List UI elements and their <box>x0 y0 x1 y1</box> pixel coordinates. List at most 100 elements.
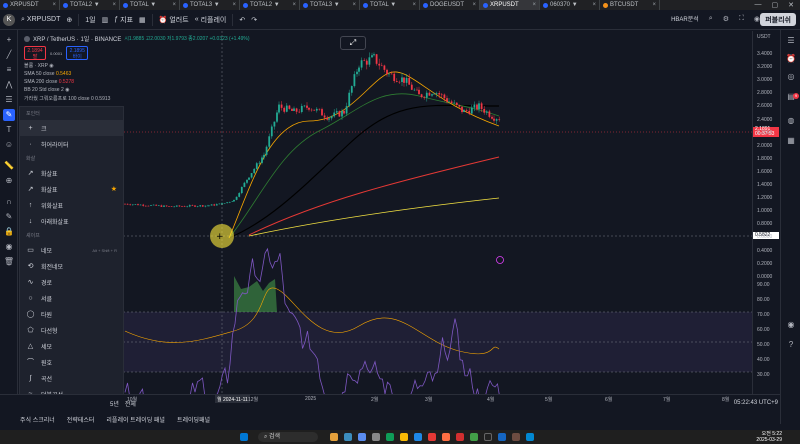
sell-button[interactable]: 2.1894 팔 <box>24 46 46 60</box>
browser-tab[interactable]: BTCUSDT × <box>600 0 660 10</box>
alerts-icon[interactable]: ⏰ <box>786 54 796 64</box>
signal-icon[interactable]: ◉ <box>786 320 796 330</box>
add-symbol-icon[interactable]: ⊕ <box>66 16 72 24</box>
browser-tab[interactable]: XRPUSDT × <box>480 0 540 10</box>
price-axis[interactable]: USDT 2.1891 00:37:53 0.5822 3.4000 3.2000… <box>752 31 780 394</box>
app-icon[interactable] <box>386 433 394 441</box>
fib-icon[interactable]: ≡ <box>3 64 15 76</box>
app-icon[interactable] <box>344 433 352 441</box>
taskbar-search[interactable]: ⌕ 검색 <box>258 432 318 442</box>
indicator-bb[interactable]: BB 20 Std close 2 ◉ <box>24 87 250 93</box>
watchlist-icon[interactable]: ☰ <box>786 36 796 46</box>
calendar-icon[interactable]: ▦ <box>786 136 796 146</box>
eye-icon[interactable]: ◉ <box>65 87 69 93</box>
menu-item-cross[interactable]: + 크 <box>20 120 123 136</box>
trendline-icon[interactable]: ╱ <box>3 49 15 61</box>
symbol-legend[interactable]: XRP / TetherUS · 1일 · BINANCE 시1.9885 고2… <box>24 34 250 43</box>
undo-icon[interactable]: ↶ <box>239 16 245 24</box>
menu-item-path[interactable]: ∿ 경로 <box>20 274 123 290</box>
browser-tab[interactable]: DOGEUSDT × <box>420 0 480 10</box>
browser-tab[interactable]: TOTAL ▼ × <box>360 0 420 10</box>
minimize-icon[interactable]: — <box>755 1 762 9</box>
alert-button[interactable]: ⏰ 얼러트 <box>159 15 189 25</box>
ideas-icon[interactable]: ◍ <box>786 116 796 126</box>
menu-item-circle[interactable]: ○ 서클 <box>20 290 123 306</box>
menu-item-rotated-rectangle[interactable]: ⟲ 회전네모 <box>20 258 123 274</box>
brush-float-button[interactable]: ⤢ <box>340 36 366 50</box>
menu-item-arrow-marker[interactable]: ↗ 화살표 <box>20 165 123 181</box>
close-tab-icon[interactable]: × <box>52 2 56 8</box>
app-icon[interactable] <box>358 433 366 441</box>
magnet-icon[interactable]: ∩ <box>3 196 15 208</box>
browser-tab[interactable]: 060370 ▼ × <box>540 0 600 10</box>
indicators-button[interactable]: ƒ 지표 <box>114 15 133 25</box>
menu-item-rectangle[interactable]: ▭ 네모 Alt + Shift + R <box>20 242 123 258</box>
trash-icon[interactable]: 🗑 <box>3 256 15 268</box>
app-icon[interactable] <box>330 433 338 441</box>
app-icon[interactable] <box>428 433 436 441</box>
favorite-star-icon[interactable]: ★ <box>111 185 117 193</box>
tradingview-icon[interactable] <box>484 433 492 441</box>
close-tab-icon[interactable]: × <box>592 2 596 8</box>
menu-item-polyline[interactable]: ⬠ 다선형 <box>20 322 123 338</box>
close-tab-icon[interactable]: × <box>292 2 296 8</box>
system-clock[interactable]: 오전 5:22 2025-03-29 <box>756 431 782 443</box>
windows-start-icon[interactable] <box>240 433 248 441</box>
close-icon[interactable]: ✕ <box>788 1 794 9</box>
currency-label[interactable]: USDT <box>757 34 771 40</box>
lock-icon[interactable]: 🔒 <box>3 226 15 238</box>
close-tab-icon[interactable]: × <box>232 2 236 8</box>
eye-icon[interactable]: ◉ <box>3 241 15 253</box>
browser-tab[interactable]: TOTAL ▼ × <box>120 0 180 10</box>
zoom-icon[interactable]: ⊕ <box>3 175 15 187</box>
bottom-tab[interactable]: 리플레이 트레이딩 패널 <box>106 415 165 424</box>
maximize-icon[interactable]: ▢ <box>772 1 779 9</box>
symbol-search-button[interactable]: ⌕ XRPUSDT <box>21 16 60 24</box>
replay-button[interactable]: «리플레이 <box>195 15 227 25</box>
text-icon[interactable]: T <box>3 124 15 136</box>
menu-item-arrow[interactable]: ↗ 화살표 ★ <box>20 181 123 197</box>
app-icon[interactable] <box>498 433 506 441</box>
app-icon[interactable] <box>526 433 534 441</box>
menu-item-arrow-up[interactable]: ↑ 위화살표 <box>20 197 123 213</box>
projection-icon[interactable]: ☰ <box>3 94 15 106</box>
smile-icon[interactable]: ☺ <box>3 139 15 151</box>
browser-tab[interactable]: TOTAL3 ▼ × <box>300 0 360 10</box>
chrome-icon[interactable] <box>400 433 408 441</box>
menu-item-arrow-down[interactable]: ↓ 아래화살표 <box>20 213 123 229</box>
ruler-icon[interactable]: 📏 <box>3 160 15 172</box>
menu-item-highlighter[interactable]: · 허어라이터 <box>20 136 123 152</box>
fullscreen-icon[interactable]: ⛶ <box>739 15 744 23</box>
app-icon[interactable] <box>414 433 422 441</box>
utc-clock[interactable]: 05:22:43 UTC+9 <box>734 400 778 406</box>
menu-item-curve[interactable]: ∫ 곡선 <box>20 370 123 386</box>
close-tab-icon[interactable]: × <box>352 2 356 8</box>
app-icon[interactable] <box>442 433 450 441</box>
range-button[interactable]: 전체 <box>125 399 136 408</box>
close-tab-icon[interactable]: × <box>472 2 476 8</box>
menu-item-arc[interactable]: ⌒ 원호 <box>20 354 123 370</box>
close-tab-icon[interactable]: × <box>532 2 536 8</box>
templates-icon[interactable]: ▦ <box>139 16 146 24</box>
indicator-custom[interactable]: 가라웠 그뤄오름프로 100 close 0 0.5913 <box>24 95 250 102</box>
chart-type-icon[interactable]: ▥ <box>102 16 109 24</box>
alert-marker-icon[interactable] <box>496 256 504 264</box>
crosshair-icon[interactable]: + <box>3 34 15 46</box>
lock-draw-icon[interactable]: ✎ <box>3 211 15 223</box>
buy-button[interactable]: 2.1895 바이 <box>66 46 89 60</box>
camera-icon[interactable]: ◉ <box>754 15 760 23</box>
layout-name[interactable]: HBAR분석 <box>671 14 699 23</box>
range-button[interactable]: 5년 <box>110 399 119 408</box>
close-tab-icon[interactable]: × <box>412 2 416 8</box>
close-tab-icon[interactable]: × <box>112 2 116 8</box>
search-icon[interactable]: ⌕ <box>709 15 713 23</box>
settings-icon[interactable]: ⚙ <box>723 15 729 23</box>
browser-tab[interactable]: TOTAL2 ▼ × <box>60 0 120 10</box>
avatar[interactable]: K <box>3 13 15 26</box>
publish-button[interactable]: 퍼블리쉬 <box>760 13 796 26</box>
browser-tab[interactable]: TOTAL2 ▼ × <box>240 0 300 10</box>
browser-tab[interactable]: XRPUSDT × <box>0 0 60 10</box>
bottom-tab[interactable]: 트레이딩패널 <box>177 415 210 424</box>
app-icon[interactable] <box>512 433 520 441</box>
help-icon[interactable]: ? <box>786 340 796 350</box>
